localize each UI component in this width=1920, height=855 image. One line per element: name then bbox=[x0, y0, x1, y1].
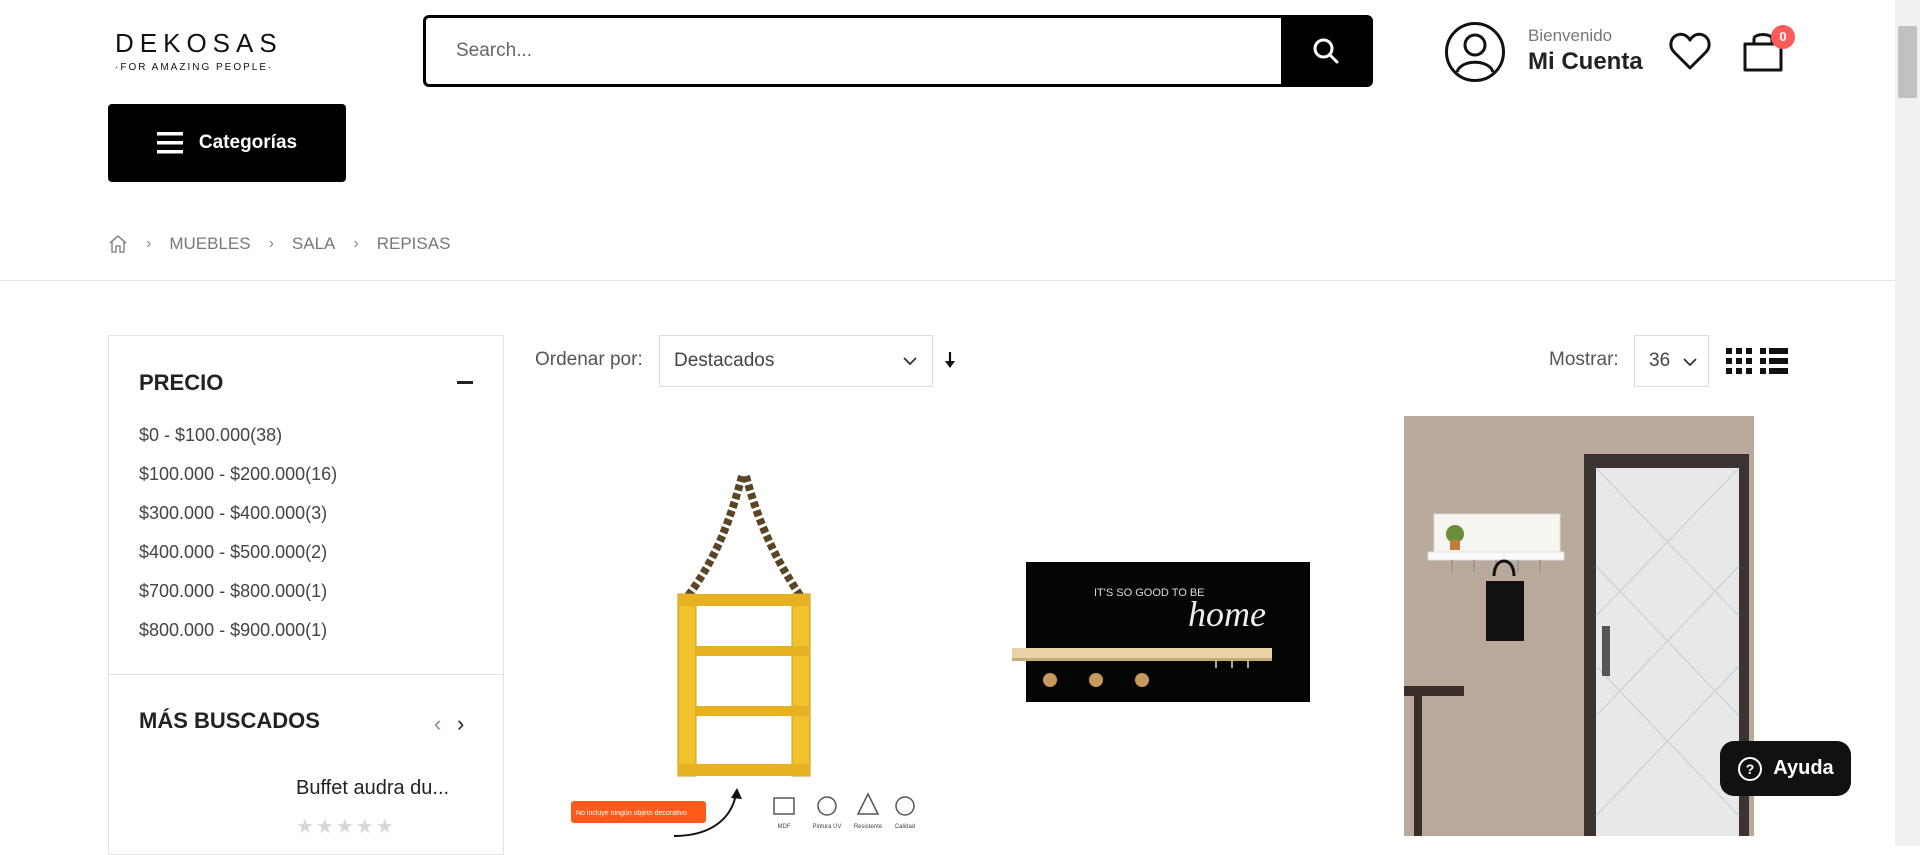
sort-value: Destacados bbox=[674, 350, 775, 371]
product-card[interactable]: IT'S SO GOOD TO BE home bbox=[1000, 416, 1340, 846]
feature-label: Pintura UV bbox=[812, 824, 841, 830]
chevron-down-icon bbox=[903, 357, 917, 366]
per-page-value: 36 bbox=[1649, 350, 1671, 371]
search-button[interactable] bbox=[1281, 18, 1370, 84]
most-searched-item-title[interactable]: Buffet audra du... bbox=[296, 777, 476, 800]
product-art-script: home bbox=[1188, 594, 1266, 634]
sort-label: Ordenar por: bbox=[535, 349, 643, 370]
svg-text:?: ? bbox=[1746, 761, 1755, 777]
chevron-right-icon: › bbox=[146, 235, 152, 252]
chevron-right-icon: › bbox=[353, 235, 359, 252]
feature-label: Resistente bbox=[854, 824, 883, 830]
breadcrumb-item[interactable]: SALA bbox=[292, 234, 335, 254]
chevron-left-icon[interactable]: ‹ bbox=[434, 711, 441, 737]
account-link[interactable]: Mi Cuenta bbox=[1528, 48, 1643, 76]
feature-label: MDF bbox=[778, 824, 791, 830]
breadcrumb-item[interactable]: REPISAS bbox=[377, 234, 451, 254]
home-icon[interactable] bbox=[108, 234, 128, 254]
product-image[interactable]: IT'S SO GOOD TO BE home bbox=[1000, 416, 1340, 846]
filter-sidebar: PRECIO $0 - $100.000(38) $100.000 - $200… bbox=[108, 335, 504, 855]
price-range-option[interactable]: $300.000 - $400.000(3) bbox=[139, 494, 337, 533]
sort-select[interactable]: Destacados bbox=[659, 335, 933, 387]
menu-icon bbox=[156, 132, 183, 154]
collapse-icon[interactable] bbox=[457, 381, 473, 384]
user-icon[interactable] bbox=[1444, 21, 1506, 83]
per-page-select[interactable]: 36 bbox=[1634, 335, 1709, 387]
rating-stars: ★★★★★ bbox=[296, 816, 396, 838]
price-range-option[interactable]: $800.000 - $900.000(1) bbox=[139, 611, 337, 650]
categories-button[interactable]: Categorías bbox=[108, 104, 346, 182]
scrollbar-thumb[interactable] bbox=[1898, 26, 1917, 98]
categories-label: Categorías bbox=[198, 132, 298, 153]
price-range-option[interactable]: $100.000 - $200.000(16) bbox=[139, 455, 337, 494]
breadcrumb: › MUEBLES › SALA › REPISAS bbox=[108, 230, 450, 258]
show-label: Mostrar: bbox=[1549, 349, 1619, 370]
feature-label: Calidad bbox=[895, 824, 915, 830]
heart-icon[interactable] bbox=[1668, 30, 1712, 72]
help-button[interactable]: ? Ayuda bbox=[1720, 741, 1851, 796]
search-icon bbox=[1313, 38, 1338, 64]
product-image[interactable]: No incluye ningún objeto decorativo MDF … bbox=[554, 416, 934, 846]
list-view-icon[interactable] bbox=[1760, 348, 1788, 374]
breadcrumb-item[interactable]: MUEBLES bbox=[169, 234, 250, 254]
brand-logo[interactable]: DEKOSAS ·FOR AMAZING PEOPLE· bbox=[115, 28, 285, 73]
price-range-option[interactable]: $400.000 - $500.000(2) bbox=[139, 533, 337, 572]
search-input[interactable] bbox=[426, 18, 1281, 84]
price-range-option[interactable]: $0 - $100.000(38) bbox=[139, 416, 337, 455]
most-searched-title: MÁS BUSCADOS bbox=[139, 708, 320, 733]
page-scrollbar[interactable] bbox=[1895, 0, 1920, 846]
product-image[interactable] bbox=[1404, 416, 1754, 846]
header-divider bbox=[0, 280, 1895, 281]
grid-view-icon[interactable] bbox=[1726, 348, 1752, 374]
sidebar-divider bbox=[109, 674, 503, 675]
brand-name: DEKOSAS bbox=[115, 28, 283, 58]
chevron-right-icon[interactable]: › bbox=[457, 711, 464, 737]
price-range-option[interactable]: $700.000 - $800.000(1) bbox=[139, 572, 337, 611]
chevron-right-icon: › bbox=[268, 235, 274, 252]
chevron-down-icon bbox=[1683, 358, 1697, 367]
product-card[interactable] bbox=[1404, 416, 1754, 846]
price-filter-list: $0 - $100.000(38) $100.000 - $200.000(16… bbox=[139, 416, 337, 650]
sort-direction-icon[interactable] bbox=[943, 351, 957, 369]
question-circle-icon: ? bbox=[1738, 756, 1763, 781]
cart-count-badge: 0 bbox=[1771, 25, 1795, 49]
price-filter-title[interactable]: PRECIO bbox=[139, 370, 223, 396]
product-badge-text: No incluye ningún objeto decorativo bbox=[576, 810, 687, 817]
help-label: Ayuda bbox=[1773, 757, 1834, 779]
welcome-text: Bienvenido bbox=[1528, 26, 1613, 45]
search-bar bbox=[423, 15, 1373, 87]
brand-tagline: ·FOR AMAZING PEOPLE· bbox=[115, 62, 274, 73]
product-card[interactable]: No incluye ningún objeto decorativo MDF … bbox=[554, 416, 934, 846]
